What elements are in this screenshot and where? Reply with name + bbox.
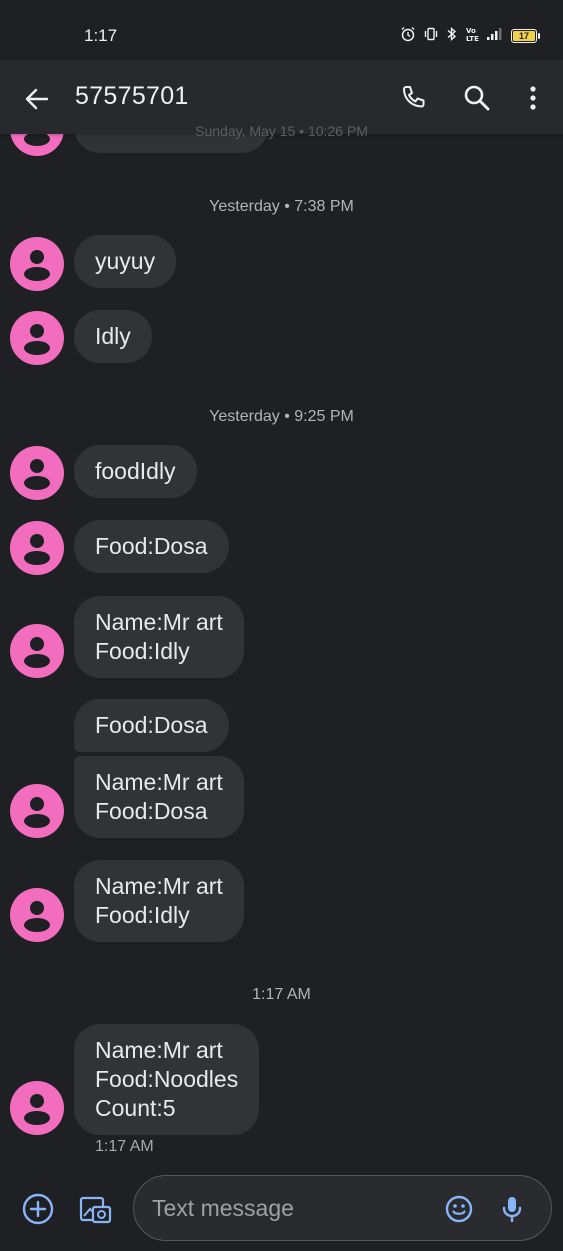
mic-icon xyxy=(502,1197,522,1223)
attach-button[interactable] xyxy=(20,1191,56,1227)
message-bubble[interactable]: Name:Mr art Food:Noodles Count:5 xyxy=(74,1024,260,1135)
gallery-button[interactable] xyxy=(77,1191,113,1227)
emoji-icon xyxy=(445,1195,473,1223)
compose-bar xyxy=(0,1165,563,1251)
message-bubble[interactable]: Name:Mr art Food:Idly xyxy=(74,860,244,942)
status-icons: Vo LTE 17 xyxy=(400,26,540,45)
add-circle-icon xyxy=(22,1193,54,1225)
status-time: 1:17 xyxy=(84,26,118,45)
voice-input-button[interactable] xyxy=(495,1192,529,1226)
svg-text:Vo: Vo xyxy=(466,27,476,35)
timestamp-divider: 1:17 AM xyxy=(252,986,311,1003)
message-bubble[interactable]: Idly xyxy=(74,310,152,363)
contact-avatar[interactable] xyxy=(10,446,64,500)
app-bar: Sunday, May 15 • 10:26 PM 57575701 xyxy=(0,60,563,139)
timestamp-divider: Yesterday • 7:38 PM xyxy=(209,198,354,215)
message-bubble[interactable]: Name:Mr art Food:Idly xyxy=(74,596,244,678)
conversation-title[interactable]: 57575701 xyxy=(75,82,189,111)
timestamp-divider: Yesterday • 9:25 PM xyxy=(209,408,354,425)
svg-text:LTE: LTE xyxy=(466,35,479,42)
back-button[interactable] xyxy=(22,84,52,114)
scrolled-date-header: Sunday, May 15 • 10:26 PM xyxy=(195,123,368,139)
contact-avatar[interactable] xyxy=(10,237,64,291)
message-time: 1:17 AM xyxy=(95,1138,154,1155)
search-icon xyxy=(464,85,490,111)
message-bubble[interactable]: Food:Dosa xyxy=(74,699,229,752)
contact-avatar[interactable] xyxy=(10,784,64,838)
search-button[interactable] xyxy=(461,82,493,114)
call-button[interactable] xyxy=(397,82,429,114)
phone-icon xyxy=(403,86,425,108)
message-field[interactable] xyxy=(133,1175,552,1241)
gallery-icon xyxy=(79,1196,112,1224)
message-bubble[interactable]: foodIdly xyxy=(74,445,197,498)
emoji-button[interactable] xyxy=(442,1192,476,1226)
message-bubble[interactable]: Name:Mr art Food:Dosa xyxy=(74,756,244,838)
back-arrow-icon xyxy=(25,88,49,110)
conversation-list[interactable]: Hello from avic Yesterday • 7:38 PM yuyu… xyxy=(0,0,563,1165)
battery-level: 17 xyxy=(518,30,529,41)
contact-avatar[interactable] xyxy=(10,888,64,942)
message-input[interactable] xyxy=(152,1193,432,1223)
contact-avatar[interactable] xyxy=(10,624,64,678)
vibrate-icon xyxy=(423,26,439,45)
contact-avatar[interactable] xyxy=(10,521,64,575)
signal-icon xyxy=(486,27,504,44)
more-options-button[interactable] xyxy=(517,82,549,114)
volte-icon: Vo LTE xyxy=(465,26,479,45)
message-bubble[interactable]: Food:Dosa xyxy=(74,520,229,573)
more-vert-icon xyxy=(530,86,536,110)
contact-avatar[interactable] xyxy=(10,1081,64,1135)
message-bubble[interactable]: yuyuy xyxy=(74,235,177,288)
alarm-icon xyxy=(400,26,416,45)
battery-icon: 17 xyxy=(511,28,540,43)
messages-screen: Hello from avic Yesterday • 7:38 PM yuyu… xyxy=(0,0,563,1251)
contact-avatar[interactable] xyxy=(10,311,64,365)
bluetooth-icon xyxy=(446,26,458,45)
